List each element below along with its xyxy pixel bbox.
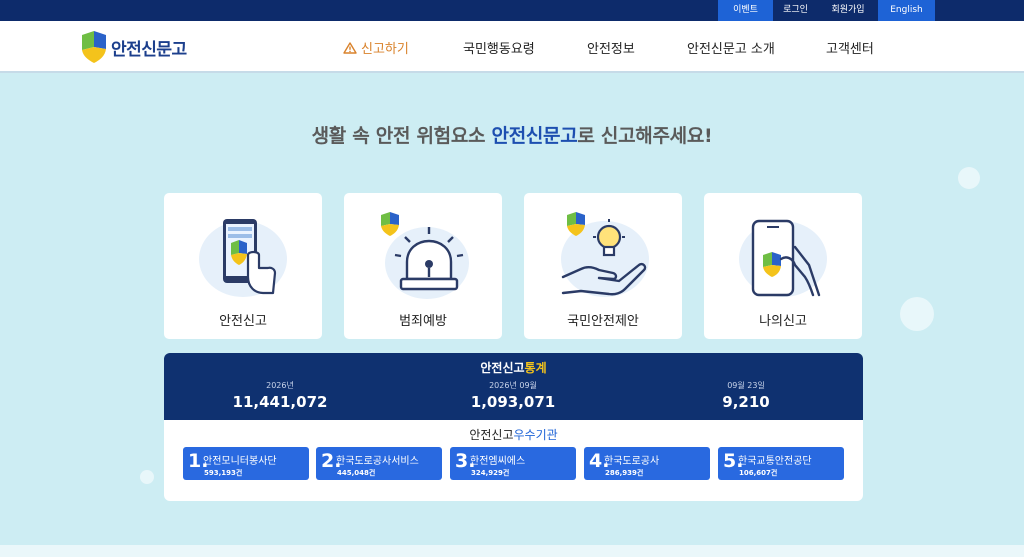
siren-icon bbox=[381, 212, 469, 299]
stat-value: 9,210 bbox=[722, 393, 770, 411]
card-label: 나의신고 bbox=[759, 314, 807, 329]
site-logo[interactable]: 안전신문고 bbox=[80, 30, 187, 64]
decor-bubble bbox=[140, 470, 154, 484]
agency-item[interactable]: 3. 한전엠씨에스 324,929건 bbox=[450, 447, 576, 480]
hero-title-pre: 생활 속 안전 위험요소 bbox=[311, 125, 492, 147]
phone-check-icon bbox=[739, 219, 827, 297]
stats-title-accent: 통계 bbox=[524, 361, 547, 375]
nav-safety-info[interactable]: 안전정보 bbox=[587, 38, 635, 57]
agency-name: 한국도로공사 bbox=[604, 456, 660, 467]
footer-strip bbox=[0, 545, 1024, 557]
stat-daily: 09월 23일 9,210 bbox=[666, 380, 826, 411]
stat-value: 1,093,071 bbox=[470, 393, 556, 411]
hero-title: 생활 속 안전 위험요소 안전신문고로 신고해주세요! bbox=[0, 121, 1024, 148]
nav-customer-center[interactable]: 고객센터 bbox=[826, 38, 874, 57]
stat-caption: 2026년 bbox=[266, 381, 294, 390]
stat-caption: 2026년 09월 bbox=[489, 381, 537, 390]
warning-icon bbox=[343, 41, 357, 54]
stat-value: 11,441,072 bbox=[232, 393, 328, 411]
top-agencies-panel: 안전신고우수기관 1. 안전모니터봉사단 593,193건 2. 한국도로공사서… bbox=[164, 420, 863, 501]
report-stats-panel: 안전신고통계 2026년 11,441,072 2026년 09월 1,093,… bbox=[164, 353, 863, 420]
signup-link[interactable]: 회원가입 bbox=[818, 0, 878, 21]
agency-count: 445,048건 bbox=[337, 469, 376, 477]
login-link[interactable]: 로그인 bbox=[773, 0, 818, 21]
agency-item[interactable]: 5. 한국교통안전공단 106,607건 bbox=[718, 447, 844, 480]
agencies-title-main: 안전신고 bbox=[469, 428, 514, 442]
nav-action-guide[interactable]: 국민행동요령 bbox=[463, 38, 535, 57]
agency-name: 한국도로공사서비스 bbox=[336, 456, 419, 467]
stats-title: 안전신고통계 bbox=[164, 359, 863, 376]
card-crime-prevention[interactable]: 범죄예방 bbox=[344, 193, 502, 339]
agency-count: 593,193건 bbox=[204, 469, 243, 477]
decor-bubble bbox=[900, 297, 934, 331]
utility-links: 이벤트 로그인 회원가입 English bbox=[718, 0, 935, 21]
english-link[interactable]: English bbox=[878, 0, 935, 21]
agency-item[interactable]: 1. 안전모니터봉사단 593,193건 bbox=[183, 447, 309, 480]
stat-yearly: 2026년 11,441,072 bbox=[200, 380, 360, 411]
shield-logo-icon bbox=[82, 31, 106, 63]
agency-name: 한국교통안전공단 bbox=[738, 456, 812, 467]
stat-monthly: 2026년 09월 1,093,071 bbox=[433, 380, 593, 411]
agency-count: 106,607건 bbox=[739, 469, 778, 477]
nav-about[interactable]: 안전신문고 소개 bbox=[687, 38, 775, 57]
stats-title-main: 안전신고 bbox=[480, 361, 525, 375]
agencies-title-accent: 우수기관 bbox=[513, 428, 558, 442]
nav-report-label: 신고하기 bbox=[361, 42, 409, 57]
agency-item[interactable]: 2. 한국도로공사서비스 445,048건 bbox=[316, 447, 442, 480]
lightbulb-hand-icon bbox=[561, 212, 649, 297]
agency-count: 286,939건 bbox=[605, 469, 644, 477]
agency-count: 324,929건 bbox=[471, 469, 510, 477]
logo-text: 안전신문고 bbox=[111, 39, 187, 60]
agency-name: 한전엠씨에스 bbox=[470, 456, 526, 467]
phone-touch-icon bbox=[199, 219, 287, 297]
card-safety-report[interactable]: 안전신고 bbox=[164, 193, 322, 339]
agency-item[interactable]: 4. 한국도로공사 286,939건 bbox=[584, 447, 710, 480]
utility-bar: 이벤트 로그인 회원가입 English bbox=[0, 0, 1024, 21]
stat-caption: 09월 23일 bbox=[727, 381, 765, 390]
card-my-reports[interactable]: 나의신고 bbox=[704, 193, 862, 339]
hero-title-highlight: 안전신문고 bbox=[491, 125, 578, 147]
card-safety-suggestion[interactable]: 국민안전제안 bbox=[524, 193, 682, 339]
agency-name: 안전모니터봉사단 bbox=[203, 456, 277, 467]
event-link[interactable]: 이벤트 bbox=[718, 0, 773, 21]
agencies-title: 안전신고우수기관 bbox=[164, 426, 863, 443]
nav-report[interactable]: 신고하기 bbox=[343, 38, 409, 57]
card-label: 국민안전제안 bbox=[567, 314, 639, 329]
site-header: 안전신문고 신고하기 국민행동요령 안전정보 안전신문고 소개 고객센터 bbox=[0, 21, 1024, 73]
card-label: 안전신고 bbox=[219, 314, 267, 329]
hero-title-post: 로 신고해주세요! bbox=[577, 125, 713, 147]
decor-bubble bbox=[958, 167, 980, 189]
card-label: 범죄예방 bbox=[399, 314, 447, 329]
